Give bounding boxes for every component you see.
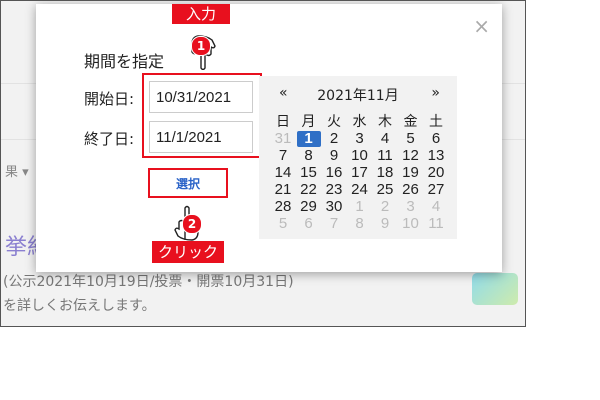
input-callout-label: 入力 [172, 4, 230, 24]
calendar-day-other-month[interactable]: 2 [373, 199, 397, 215]
calendar-day-other-month[interactable]: 4 [424, 199, 448, 215]
calendar-day-other-month[interactable]: 11 [424, 216, 448, 232]
calendar-day-other-month[interactable]: 8 [348, 216, 372, 232]
calendar-day[interactable]: 1 [296, 131, 321, 147]
end-date-label: 終了日: [84, 130, 135, 148]
calendar-day[interactable]: 23 [322, 182, 346, 198]
screenshot-frame: 果 ▾ 挙約 (公示2021年10月19日/投票・開票10月31日) を詳しくお… [0, 0, 526, 327]
calendar-week: 31 1 2 3 4 5 6 [271, 131, 451, 148]
weekday-header: 日月火水木金土 [271, 114, 451, 131]
background-article-summary: を詳しくお伝えします。 [3, 298, 156, 314]
calendar-week: 21 22 23 24 25 26 27 [271, 182, 451, 199]
calendar-day-other-month[interactable]: 1 [348, 199, 372, 215]
calendar-day-other-month[interactable]: 9 [373, 216, 397, 232]
calendar-day-other-month[interactable]: 5 [271, 216, 295, 232]
calendar-day[interactable]: 2 [322, 131, 346, 147]
calendar-day[interactable]: 26 [399, 182, 423, 198]
calendar-day[interactable]: 22 [297, 182, 321, 198]
calendar-day[interactable]: 3 [348, 131, 372, 147]
step-2-badge: 2 [182, 214, 202, 234]
calendar-day-other-month[interactable]: 31 [271, 131, 295, 147]
weekday-label: 木 [378, 114, 392, 130]
background-article-meta: (公示2021年10月19日/投票・開票10月31日) [3, 274, 294, 290]
calendar-picker: « 2021年11月 » 日月火水木金土 31 1 2 3 4 5 6 7 8 9 10 11 12 13 1… [259, 76, 457, 239]
background-thumbnail[interactable] [472, 273, 518, 305]
calendar-day[interactable]: 14 [271, 165, 295, 181]
calendar-day[interactable]: 8 [297, 148, 321, 164]
calendar-day[interactable]: 12 [399, 148, 423, 164]
calendar-day[interactable]: 13 [424, 148, 448, 164]
calendar-day[interactable]: 25 [373, 182, 397, 198]
calendar-grid: 日月火水木金土 31 1 2 3 4 5 6 7 8 9 10 11 12 13 14 15 16 17 18 19 20… [271, 114, 451, 233]
calendar-day[interactable]: 5 [399, 131, 423, 147]
calendar-day[interactable]: 4 [373, 131, 397, 147]
click-callout-label: クリック [152, 241, 224, 263]
calendar-day[interactable]: 20 [424, 165, 448, 181]
calendar-day[interactable]: 27 [424, 182, 448, 198]
weekday-label: 月 [301, 114, 316, 130]
select-button[interactable]: 選択 [148, 168, 228, 198]
step-1-badge: 1 [191, 36, 211, 56]
calendar-day[interactable]: 7 [271, 148, 295, 164]
calendar-day[interactable]: 6 [424, 131, 448, 147]
weekday-label: 火 [327, 114, 341, 130]
calendar-day-other-month[interactable]: 3 [399, 199, 423, 215]
input-highlight-box [142, 73, 262, 158]
weekday-label: 日 [276, 114, 290, 130]
start-date-label: 開始日: [84, 90, 135, 108]
calendar-day[interactable]: 10 [348, 148, 372, 164]
calendar-day-other-month[interactable]: 7 [322, 216, 346, 232]
calendar-week: 5 6 7 8 9 10 11 [271, 216, 451, 233]
calendar-day[interactable]: 15 [297, 165, 321, 181]
calendar-day[interactable]: 29 [297, 199, 321, 215]
weekday-label: 金 [403, 114, 418, 130]
calendar-month-title: 2021年11月 [317, 88, 399, 104]
calendar-day[interactable]: 11 [373, 148, 397, 164]
date-range-dialog: × 期間を指定 開始日: 終了日: 選択 « 2021年11月 » 日月火水木金… [36, 4, 502, 272]
dialog-title: 期間を指定 [84, 52, 165, 71]
calendar-day[interactable]: 18 [373, 165, 397, 181]
close-icon[interactable]: × [473, 14, 490, 38]
calendar-day[interactable]: 17 [348, 165, 372, 181]
calendar-day[interactable]: 21 [271, 182, 295, 198]
background-dropdown[interactable]: 果 ▾ [5, 161, 29, 180]
weekday-label: 水 [352, 114, 367, 130]
calendar-day[interactable]: 30 [322, 199, 346, 215]
calendar-day[interactable]: 28 [271, 199, 295, 215]
calendar-day[interactable]: 16 [322, 165, 346, 181]
calendar-day[interactable]: 19 [399, 165, 423, 181]
calendar-day-other-month[interactable]: 10 [399, 216, 423, 232]
calendar-week: 14 15 16 17 18 19 20 [271, 165, 451, 182]
calendar-day-other-month[interactable]: 6 [297, 216, 321, 232]
calendar-day[interactable]: 24 [348, 182, 372, 198]
calendar-week: 28 29 30 1 2 3 4 [271, 199, 451, 216]
weekday-label: 土 [429, 114, 443, 130]
calendar-day[interactable]: 9 [322, 148, 346, 164]
calendar-week: 7 8 9 10 11 12 13 [271, 148, 451, 165]
next-month-button[interactable]: » [431, 85, 440, 101]
